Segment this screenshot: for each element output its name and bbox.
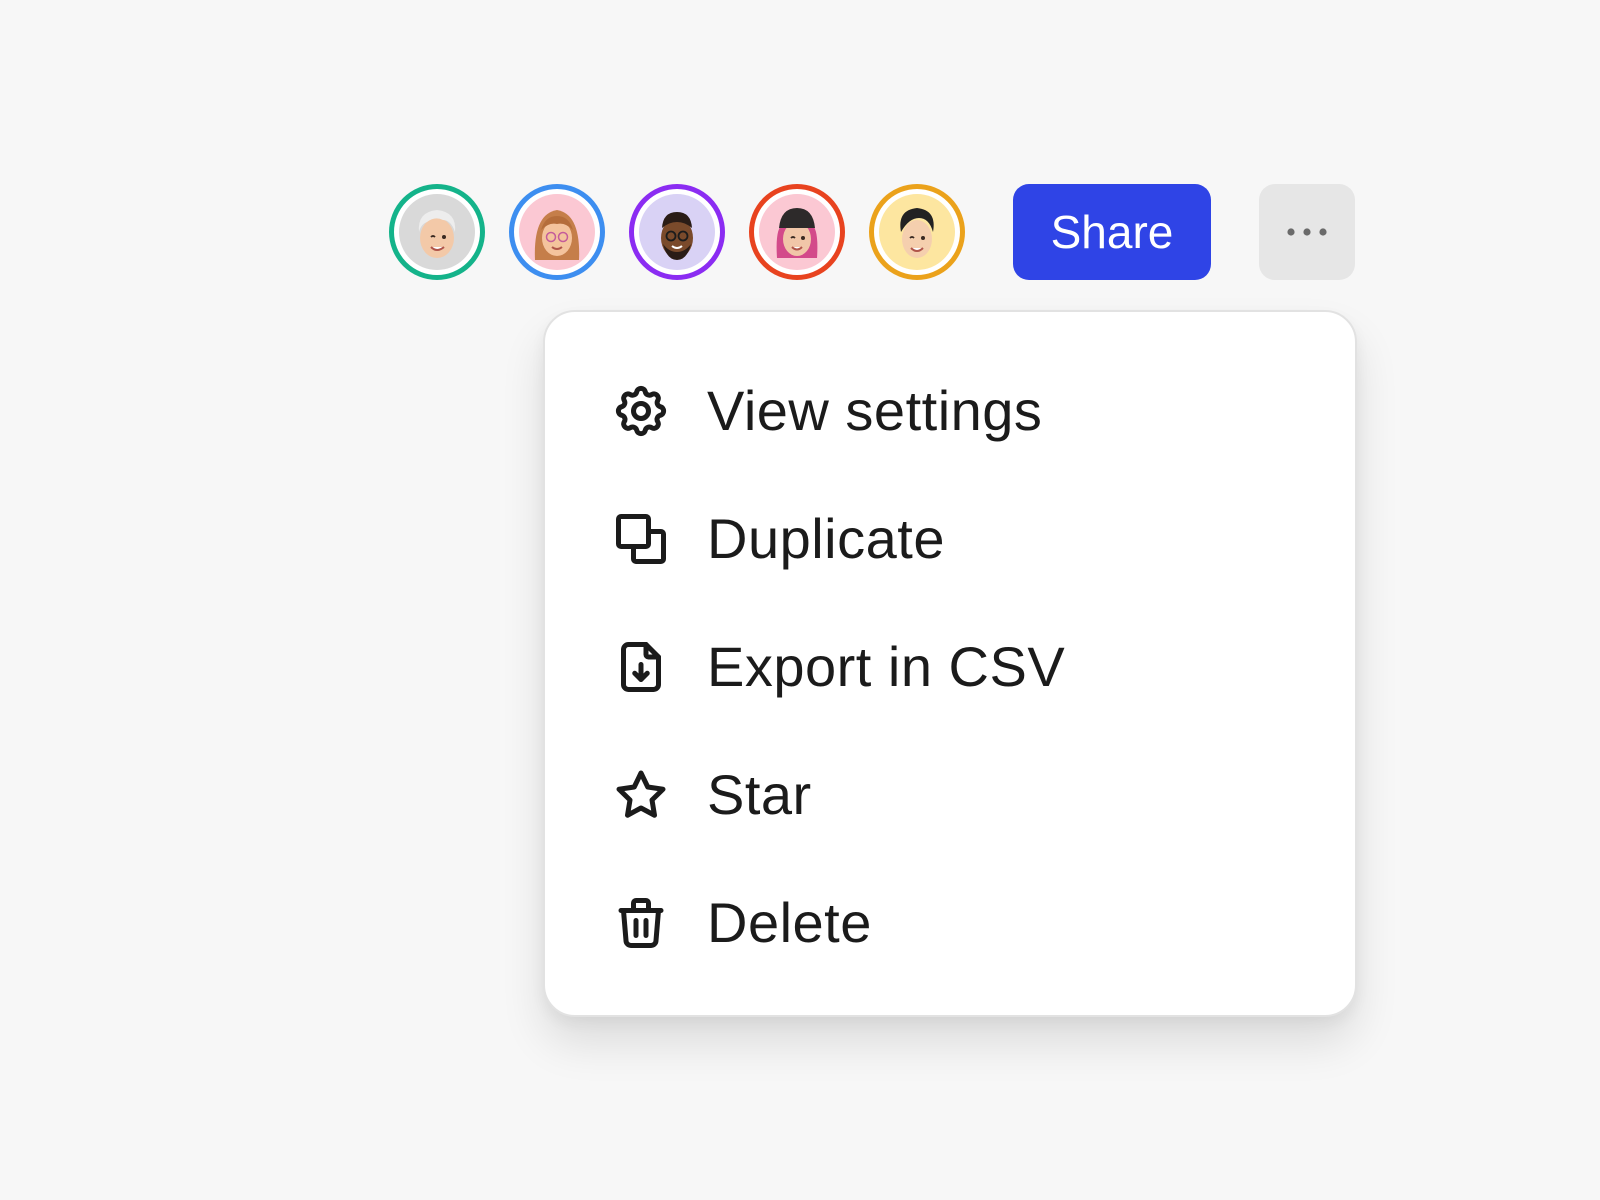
gear-icon	[611, 381, 671, 441]
options-dropdown-menu: View settings Duplicate Export in CSV St…	[543, 310, 1357, 1017]
menu-item-label: Export in CSV	[707, 635, 1066, 698]
file-download-icon	[611, 637, 671, 697]
collaborator-avatar-5[interactable]	[869, 184, 965, 280]
menu-item-view-settings[interactable]: View settings	[545, 356, 1355, 466]
toolbar: Share	[0, 0, 1600, 300]
more-options-button[interactable]	[1259, 184, 1355, 280]
menu-item-delete[interactable]: Delete	[545, 868, 1355, 978]
trash-icon	[611, 893, 671, 953]
avatar-image	[519, 194, 595, 270]
star-icon	[611, 765, 671, 825]
menu-item-export-csv[interactable]: Export in CSV	[545, 612, 1355, 722]
collaborator-avatar-3[interactable]	[629, 184, 725, 280]
avatar-image	[879, 194, 955, 270]
menu-item-label: View settings	[707, 379, 1043, 442]
collaborator-avatar-2[interactable]	[509, 184, 605, 280]
avatar-image	[399, 194, 475, 270]
menu-item-label: Delete	[707, 891, 872, 954]
collaborator-avatar-4[interactable]	[749, 184, 845, 280]
menu-item-label: Star	[707, 763, 812, 826]
share-button[interactable]: Share	[1013, 184, 1211, 280]
avatar-image	[759, 194, 835, 270]
more-horizontal-icon	[1285, 226, 1329, 238]
duplicate-icon	[611, 509, 671, 569]
collaborator-avatar-1[interactable]	[389, 184, 485, 280]
menu-item-star[interactable]: Star	[545, 740, 1355, 850]
avatar-image	[639, 194, 715, 270]
menu-item-duplicate[interactable]: Duplicate	[545, 484, 1355, 594]
menu-item-label: Duplicate	[707, 507, 945, 570]
